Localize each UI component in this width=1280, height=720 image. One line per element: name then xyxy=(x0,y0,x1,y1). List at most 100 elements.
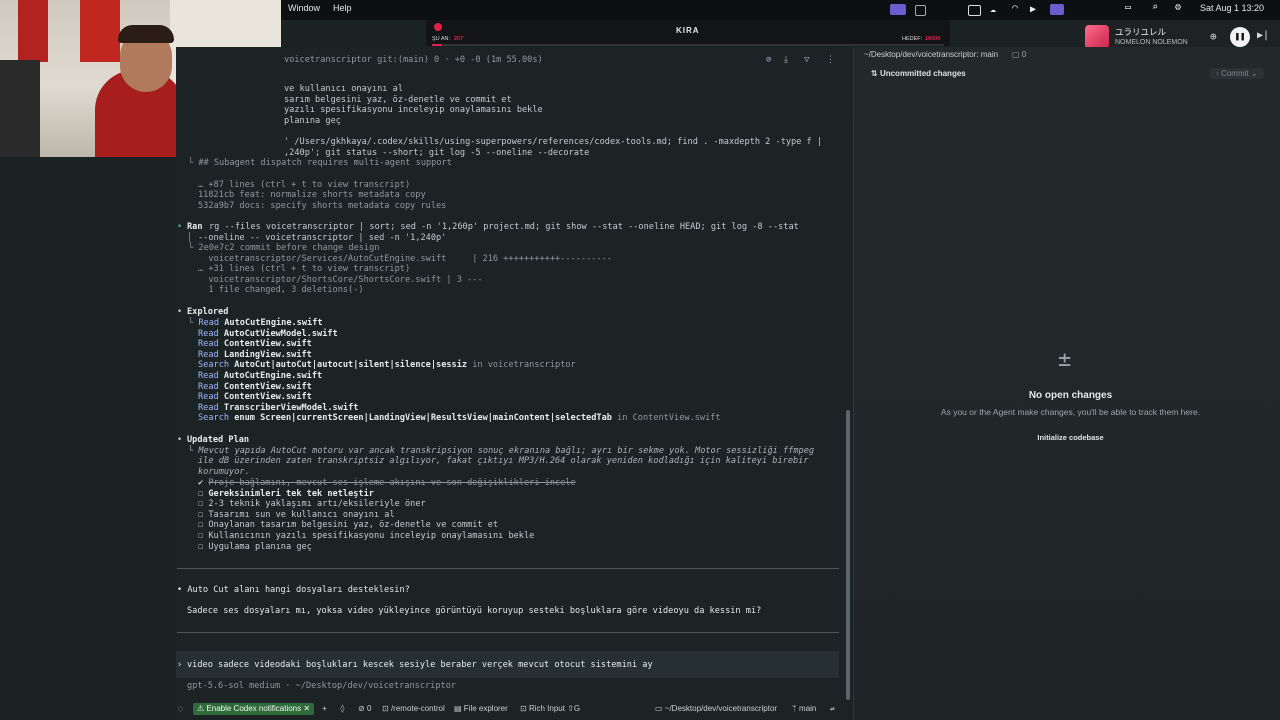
plan-item: ✔ Proje bağlamını, mevcut ses işleme akı… xyxy=(198,478,576,489)
album-art[interactable] xyxy=(1085,25,1109,49)
status-icons: ☁ ◠ ▶ xyxy=(860,3,1070,16)
split-icon[interactable]: ⇌ xyxy=(830,703,835,715)
search-icon[interactable]: ⌕ xyxy=(1152,2,1158,13)
poster-left xyxy=(18,0,48,62)
wifi-icon[interactable]: ◠ xyxy=(1012,3,1018,14)
cloud-icon[interactable] xyxy=(968,5,981,16)
add-icon[interactable]: ⊕ xyxy=(1210,30,1217,43)
explored-target: AutoCut|autoCut|autocut|silent|silence|s… xyxy=(234,360,468,371)
prompt-input[interactable]: › video sadece videodaki boşlukları kesc… xyxy=(176,651,839,678)
plan-item-text: Onaylanan tasarım belgesini yaz, öz-dene… xyxy=(208,520,499,531)
empty-description: As you or the Agent make changes, you'll… xyxy=(940,407,1201,417)
kira-now-label: ŞU AN: xyxy=(432,36,451,42)
track-artist: NOMELON NOLEMON xyxy=(1115,39,1188,46)
battery-icon[interactable]: ▭ xyxy=(1125,2,1131,13)
path-button[interactable]: ▭ ~/Desktop/dev/voicetranscriptor xyxy=(655,703,777,715)
terminal-line: 532a9b7 docs: specify shorts metadata co… xyxy=(198,201,447,211)
explored-suffix: in voicetranscriptor xyxy=(467,360,576,371)
terminal-line: ' /Users/gkhkaya/.codex/skills/using-sup… xyxy=(284,137,823,147)
filter-icon[interactable]: ▽ xyxy=(804,55,809,65)
explored-verb: Read xyxy=(198,392,219,403)
checkbox-icon: ☐ xyxy=(198,488,204,499)
tree-branch-icon: │ xyxy=(187,233,193,243)
plan-item: ☐ Gereksinimleri tek tek netleştir xyxy=(198,489,374,500)
explored-target: AutoCutEngine.swift xyxy=(224,318,323,328)
pending-count: ⊘ 0 xyxy=(358,704,372,713)
ran-output: 1 file changed, 3 deletions(-) xyxy=(198,285,364,295)
ran-label: Ran xyxy=(187,222,203,232)
empty-title: No open changes xyxy=(1028,390,1113,401)
terminal-header: voicetranscriptor git:(main) 0 · +0 -0 (… xyxy=(284,55,543,65)
display-icon[interactable] xyxy=(1050,4,1064,15)
play-status-icon[interactable]: ▶ xyxy=(1030,4,1036,15)
explored-verb: Read xyxy=(198,328,219,339)
explored-item: Search enum Screen|currentScreen|Landing… xyxy=(198,413,721,424)
plan-item: ☐ Tasarımı sun ve kullanıcı onayını al xyxy=(198,510,395,521)
cloud-sync-icon[interactable]: ☁ xyxy=(990,4,996,15)
plan-title: Updated Plan xyxy=(187,435,250,445)
rich-input-button[interactable]: ⊡ Rich Input ⇧G xyxy=(520,703,580,715)
explored-target: ContentView.swift xyxy=(223,392,312,403)
attach-icon[interactable]: ⊘ xyxy=(766,55,771,65)
plan-note: korumuyor. xyxy=(198,467,250,477)
changes-panel: ~/Desktop/dev/voicetranscriptor: main ▢ … xyxy=(853,47,1280,720)
divider xyxy=(177,568,839,569)
explored-verb: Search xyxy=(198,360,230,371)
explored-item: └ Read AutoCutEngine.swift xyxy=(188,318,323,329)
explored-verb: Read xyxy=(198,318,220,328)
terminal-line: ,240p'; git status --short; git log -5 -… xyxy=(284,148,590,158)
kira-now-value: 207 xyxy=(454,36,464,42)
plan-item-text: 2-3 teknik yaklaşımı artı/eksileriyle ön… xyxy=(208,499,426,510)
explored-item: Read AutoCutEngine.swift xyxy=(198,371,322,382)
plan-item-text: Kullanıcının yazılı spesifikasyonu incel… xyxy=(208,531,535,541)
file-count: ▢ 0 xyxy=(1012,50,1027,59)
explored-title: Explored xyxy=(187,307,229,317)
explored-item: Read TranscriberViewModel.swift xyxy=(198,403,358,414)
menubar-clock[interactable]: Sat Aug 1 13:20 xyxy=(1200,3,1264,13)
kira-target-label: HEDEF: xyxy=(902,36,923,42)
next-track-icon[interactable]: ▶| xyxy=(1257,30,1269,41)
control-center-icon[interactable]: ⚙ xyxy=(1175,2,1181,13)
menu-help[interactable]: Help xyxy=(333,3,352,13)
explored-target: enum Screen|currentScreen|LandingView|Re… xyxy=(234,413,612,424)
explored-target: ContentView.swift xyxy=(223,339,312,350)
uncommitted-dropdown[interactable]: ⇅ Uncommitted changes xyxy=(871,69,966,78)
more-icon[interactable]: ⋮ xyxy=(826,55,835,65)
explored-verb: Read xyxy=(198,339,219,350)
kira-focus-widget: KIRA ŞU AN: 207 HEDEF: 10000 xyxy=(426,20,950,46)
codex-terminal[interactable]: voicetranscriptor git:(main) 0 · +0 -0 (… xyxy=(176,47,852,720)
menu-window[interactable]: Window xyxy=(288,3,320,13)
terminal-line: sarım belgesini yaz, öz-denetle ve commi… xyxy=(284,95,512,105)
prompt-caret-icon: › xyxy=(177,660,183,670)
screen-record-icon[interactable] xyxy=(890,4,906,15)
branch-button[interactable]: ᛘ main xyxy=(792,703,816,715)
checkmark-icon: ✔ xyxy=(198,478,204,488)
app-icon[interactable] xyxy=(915,5,926,16)
plan-item-text: Gereksinimleri tek tek netleştir xyxy=(208,488,374,499)
explored-target: ContentView.swift xyxy=(223,381,312,392)
explored-verb: Search xyxy=(198,413,230,424)
explored-item: Read ContentView.swift xyxy=(198,382,312,393)
download-icon[interactable]: ⤓ xyxy=(784,55,788,65)
mic-icon[interactable]: ◊ xyxy=(340,703,345,715)
remote-control-button[interactable]: ⊡ /remote-control xyxy=(382,703,445,715)
prompt-text[interactable]: video sadece videodaki boşlukları kescek… xyxy=(187,660,653,671)
pause-button[interactable]: ❚❚ xyxy=(1230,27,1250,47)
explored-verb: Read xyxy=(198,381,219,392)
chair-back xyxy=(0,60,40,157)
add-icon[interactable]: + xyxy=(322,703,327,715)
ran-output: voicetranscriptor/Services/AutoCutEngine… xyxy=(198,254,612,264)
close-icon[interactable]: ✕ xyxy=(301,704,310,713)
plan-item: ☐ Onaylanan tasarım belgesini yaz, öz-de… xyxy=(198,520,498,531)
ran-output: voicetranscriptor/ShortsCore/ShortsCore.… xyxy=(198,275,483,285)
plan-item: ☐ 2-3 teknik yaklaşımı artı/eksileriyle … xyxy=(198,499,426,510)
commit-button[interactable]: ◦ Commit ⌄ xyxy=(1210,68,1264,79)
terminal-line: yazılı spesifikasyonu inceleyip onaylama… xyxy=(284,105,543,115)
initialize-codebase-button[interactable]: Initialize codebase xyxy=(854,433,1280,442)
model-line: gpt-5.6-sol medium · ~/Desktop/dev/voice… xyxy=(187,681,457,691)
terminal-scrollbar[interactable] xyxy=(846,410,850,700)
file-explorer-button[interactable]: ▤ File explorer xyxy=(454,703,508,715)
kira-target-value: 10000 xyxy=(925,36,941,42)
question-detail: Sadece ses dosyaları mı, yoksa video yük… xyxy=(187,606,762,616)
enable-notifications-button[interactable]: ⚠ Enable Codex notifications ✕ xyxy=(193,703,315,715)
